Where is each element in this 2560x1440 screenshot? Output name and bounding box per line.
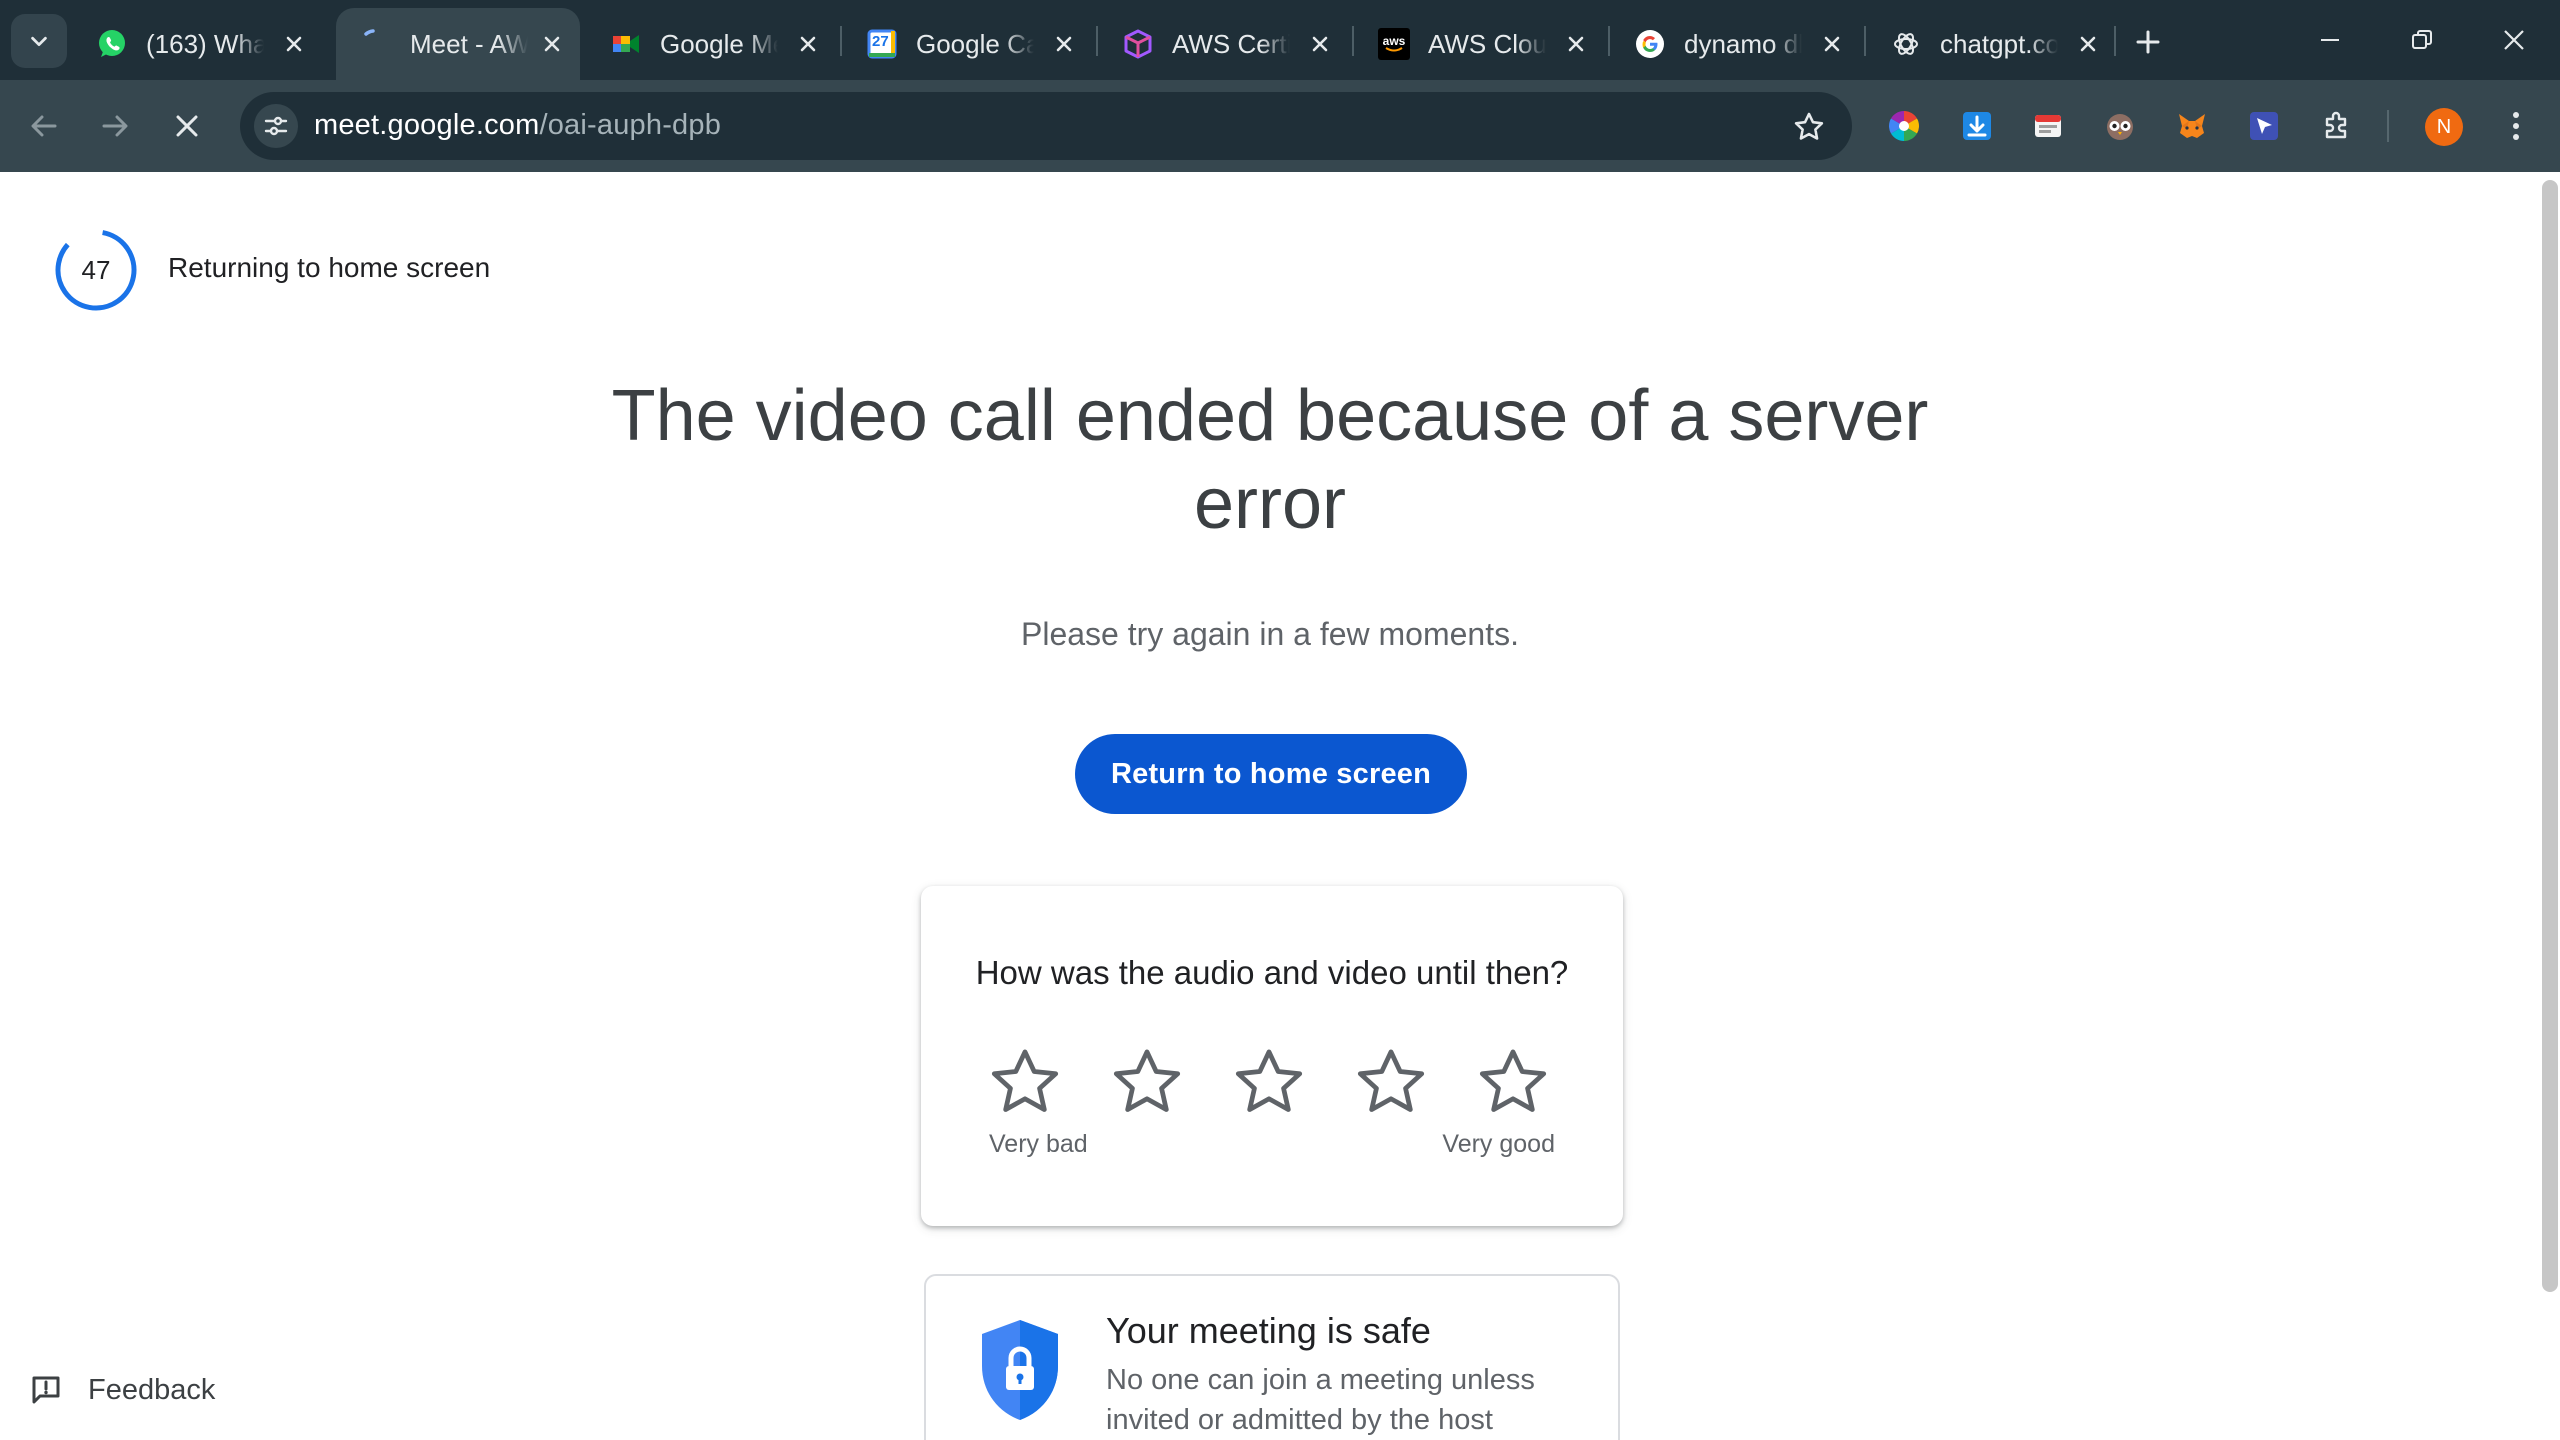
close-tab-icon[interactable]	[538, 30, 566, 58]
download-extension-icon[interactable]	[1955, 104, 1999, 148]
tab-aws-cloud[interactable]: aws AWS Cloud	[1354, 8, 1604, 80]
aws-logo-icon: aws	[1378, 28, 1410, 60]
site-info-button[interactable]	[254, 104, 298, 148]
meeting-safe-card: Your meeting is safe No one can join a m…	[924, 1274, 1620, 1440]
star-5-icon[interactable]	[1475, 1044, 1551, 1120]
close-icon	[2504, 30, 2524, 50]
extensions-puzzle-icon[interactable]	[2315, 104, 2359, 148]
rating-low-label: Very bad	[989, 1130, 1088, 1158]
url-host: meet.google.com	[314, 109, 540, 141]
countdown-value: 47	[81, 254, 111, 285]
more-vert-icon	[2513, 112, 2519, 140]
tune-icon	[264, 116, 288, 136]
tab-chatgpt[interactable]: chatgpt.com	[1866, 8, 2116, 80]
safety-title: Your meeting is safe	[1106, 1310, 1431, 1351]
star-1-icon[interactable]	[987, 1044, 1063, 1120]
close-tab-icon[interactable]	[1818, 30, 1846, 58]
forward-button[interactable]	[91, 102, 139, 150]
tab-separator	[2114, 26, 2116, 56]
star-3-icon[interactable]	[1231, 1044, 1307, 1120]
rating-high-label: Very good	[1442, 1130, 1555, 1158]
tab-separator	[1096, 26, 1098, 56]
tab-search-button[interactable]	[11, 14, 67, 68]
star-4-icon[interactable]	[1353, 1044, 1429, 1120]
url-text[interactable]: meet.google.com/oai-auph-dpb	[314, 109, 721, 142]
tab-separator	[840, 26, 842, 56]
tab-strip: (163) WhatsApp Meet - AWS Google Meet 27…	[0, 0, 2560, 80]
rating-card: How was the audio and video until then? …	[921, 886, 1623, 1226]
tab-title: chatgpt.com	[1940, 28, 2058, 59]
owl-extension-icon[interactable]	[2098, 104, 2142, 148]
tab-separator	[1864, 26, 1866, 56]
plus-icon	[2136, 30, 2160, 54]
page-title: The video call ended because of a server…	[611, 376, 1929, 544]
tab-whatsapp[interactable]: (163) WhatsApp	[72, 8, 322, 80]
bookmark-star-icon[interactable]	[1792, 110, 1826, 144]
tab-dynamo-db[interactable]: dynamo db	[1610, 8, 1860, 80]
toolbar-divider	[2387, 110, 2389, 142]
feedback-icon	[32, 1376, 60, 1404]
whatsapp-icon	[96, 28, 128, 60]
tab-manager-extension-icon[interactable]	[2026, 104, 2070, 148]
page-scrollbar[interactable]	[2542, 180, 2558, 1292]
aws-cube-icon	[1122, 28, 1154, 60]
close-tab-icon[interactable]	[2074, 30, 2102, 58]
new-tab-button[interactable]	[2126, 20, 2170, 64]
arrow-right-icon	[102, 115, 128, 137]
google-calendar-icon: 27	[866, 28, 898, 60]
stop-loading-button[interactable]	[163, 102, 211, 150]
url-path: /oai-auph-dpb	[539, 109, 722, 141]
chevron-down-icon	[31, 36, 47, 47]
tab-title: Meet - AWS	[410, 28, 528, 59]
close-tab-icon[interactable]	[1050, 30, 1078, 58]
page-subtitle: Please try again in a few moments.	[1020, 616, 1519, 652]
tab-title: Google Calendar	[916, 28, 1034, 59]
browser-toolbar: meet.google.com/oai-auph-dpb N	[0, 80, 2560, 172]
feedback-button[interactable]: Feedback	[28, 1368, 215, 1412]
address-bar[interactable]: meet.google.com/oai-auph-dpb	[240, 92, 1852, 160]
star-2-icon[interactable]	[1109, 1044, 1185, 1120]
close-window-button[interactable]	[2484, 14, 2544, 66]
tab-separator	[1608, 26, 1610, 56]
feedback-label: Feedback	[88, 1373, 216, 1406]
return-home-button[interactable]: Return to home screen	[1075, 734, 1467, 814]
close-tab-icon[interactable]	[794, 30, 822, 58]
tab-separator	[1352, 26, 1354, 56]
tab-meet-active[interactable]: Meet - AWS	[336, 8, 580, 80]
safety-description: No one can join a meeting unless invited…	[1106, 1364, 1535, 1436]
tab-google-meet[interactable]: Google Meet	[586, 8, 836, 80]
google-g-icon	[1634, 28, 1666, 60]
tab-title: AWS Certified	[1172, 28, 1290, 59]
close-tab-icon[interactable]	[280, 30, 308, 58]
rating-question: How was the audio and video until then?	[975, 954, 1569, 991]
tab-title: dynamo db	[1684, 28, 1802, 59]
restore-button[interactable]	[2392, 14, 2452, 66]
close-tab-icon[interactable]	[1306, 30, 1334, 58]
openai-icon	[1890, 28, 1922, 60]
close-tab-icon[interactable]	[1562, 30, 1590, 58]
cursor-extension-icon[interactable]	[2242, 104, 2286, 148]
color-picker-extension-icon[interactable]	[1882, 104, 1926, 148]
metamask-fox-icon[interactable]	[2170, 104, 2214, 148]
restore-icon	[2412, 30, 2432, 49]
back-button[interactable]	[20, 102, 68, 150]
tab-google-calendar[interactable]: 27 Google Calendar	[842, 8, 1092, 80]
countdown-label: Returning to home screen	[168, 252, 491, 283]
tab-title: AWS Cloud	[1428, 28, 1546, 59]
google-meet-icon	[610, 28, 642, 60]
close-icon	[176, 115, 198, 137]
tab-title: Google Meet	[660, 28, 778, 59]
browser-menu-button[interactable]	[2496, 102, 2536, 150]
shield-lock-icon	[982, 1320, 1058, 1420]
tab-aws-certified[interactable]: AWS Certified	[1098, 8, 1348, 80]
calendar-day-number: 27	[872, 33, 889, 50]
tab-title: (163) WhatsApp	[146, 28, 264, 59]
minimize-icon	[2321, 39, 2339, 41]
arrow-left-icon	[31, 115, 57, 137]
minimize-button[interactable]	[2300, 14, 2360, 66]
loading-spinner-icon	[360, 28, 392, 60]
profile-avatar[interactable]: N	[2425, 108, 2463, 146]
